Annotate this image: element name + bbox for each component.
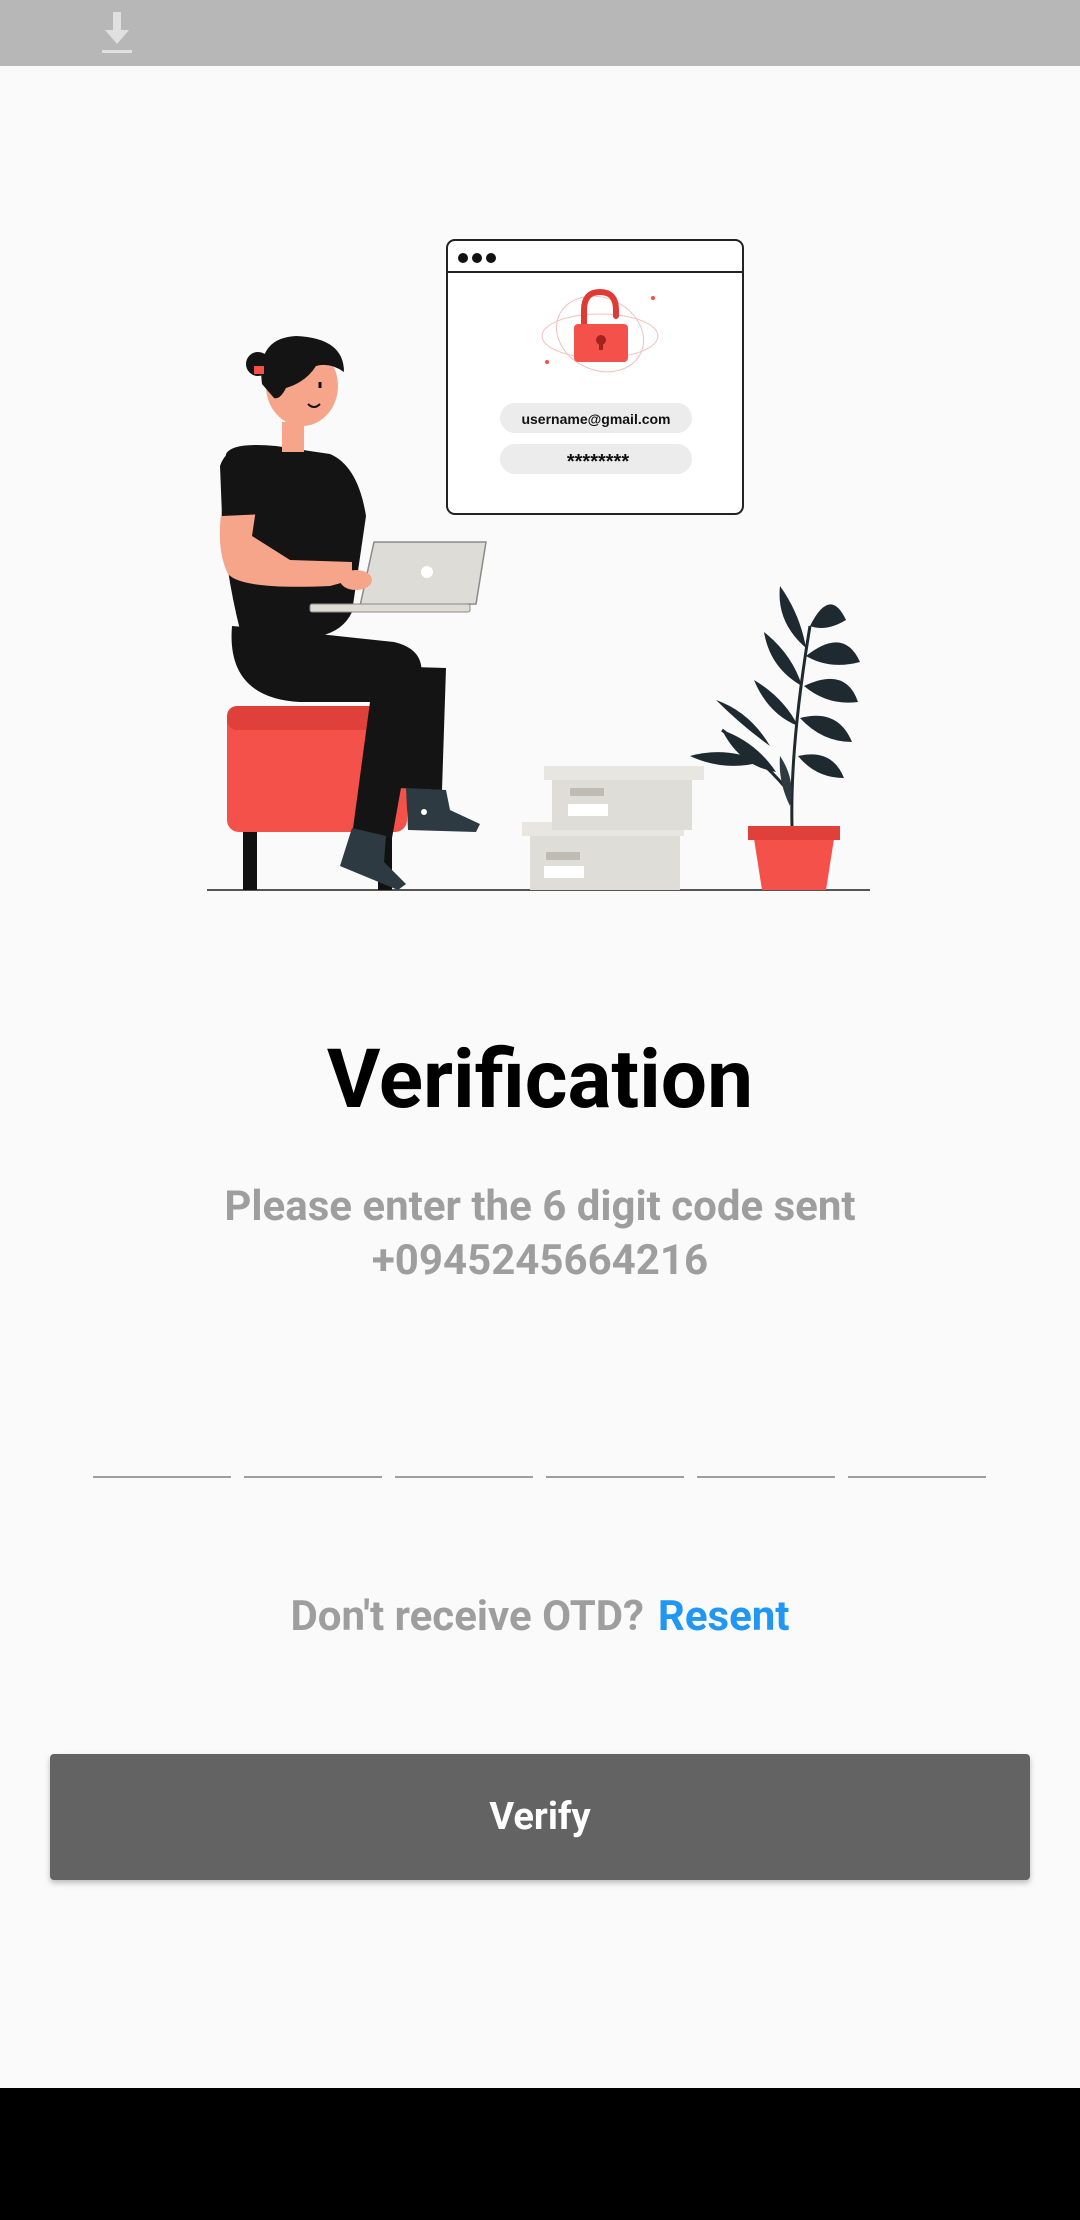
resend-row: Don't receive OTD? Resent [0, 1587, 1080, 1647]
sample-username-text: username@gmail.com [521, 411, 670, 427]
page-title: Verification [326, 1032, 754, 1128]
otp-digit-1[interactable] [93, 1430, 231, 1478]
instruction-text: Please enter the 6 digit code sent +0945… [0, 1180, 1080, 1288]
otp-digit-6[interactable] [848, 1430, 986, 1478]
instruction-line: Please enter the 6 digit code sent [224, 1182, 856, 1231]
storage-boxes-graphic [522, 766, 704, 890]
download-icon [102, 12, 132, 53]
phone-number: +0945245664216 [371, 1236, 709, 1285]
resend-link[interactable]: Resent [658, 1592, 790, 1641]
status-bar [0, 0, 1080, 66]
resend-prompt: Don't receive OTD? [290, 1592, 644, 1641]
otp-digit-4[interactable] [546, 1430, 684, 1478]
sample-password-text: ******** [567, 451, 629, 473]
otp-digit-5[interactable] [697, 1430, 835, 1478]
login-window-graphic: username@gmail.com ******** [446, 239, 744, 515]
navigation-bar [0, 2088, 1080, 2220]
otp-input-row [93, 1430, 987, 1480]
potted-plant-graphic [690, 586, 860, 890]
verification-illustration: username@gmail.com ******** [207, 239, 870, 891]
otp-digit-3[interactable] [395, 1430, 533, 1478]
verify-button[interactable]: Verify [50, 1754, 1030, 1880]
otp-digit-2[interactable] [244, 1430, 382, 1478]
